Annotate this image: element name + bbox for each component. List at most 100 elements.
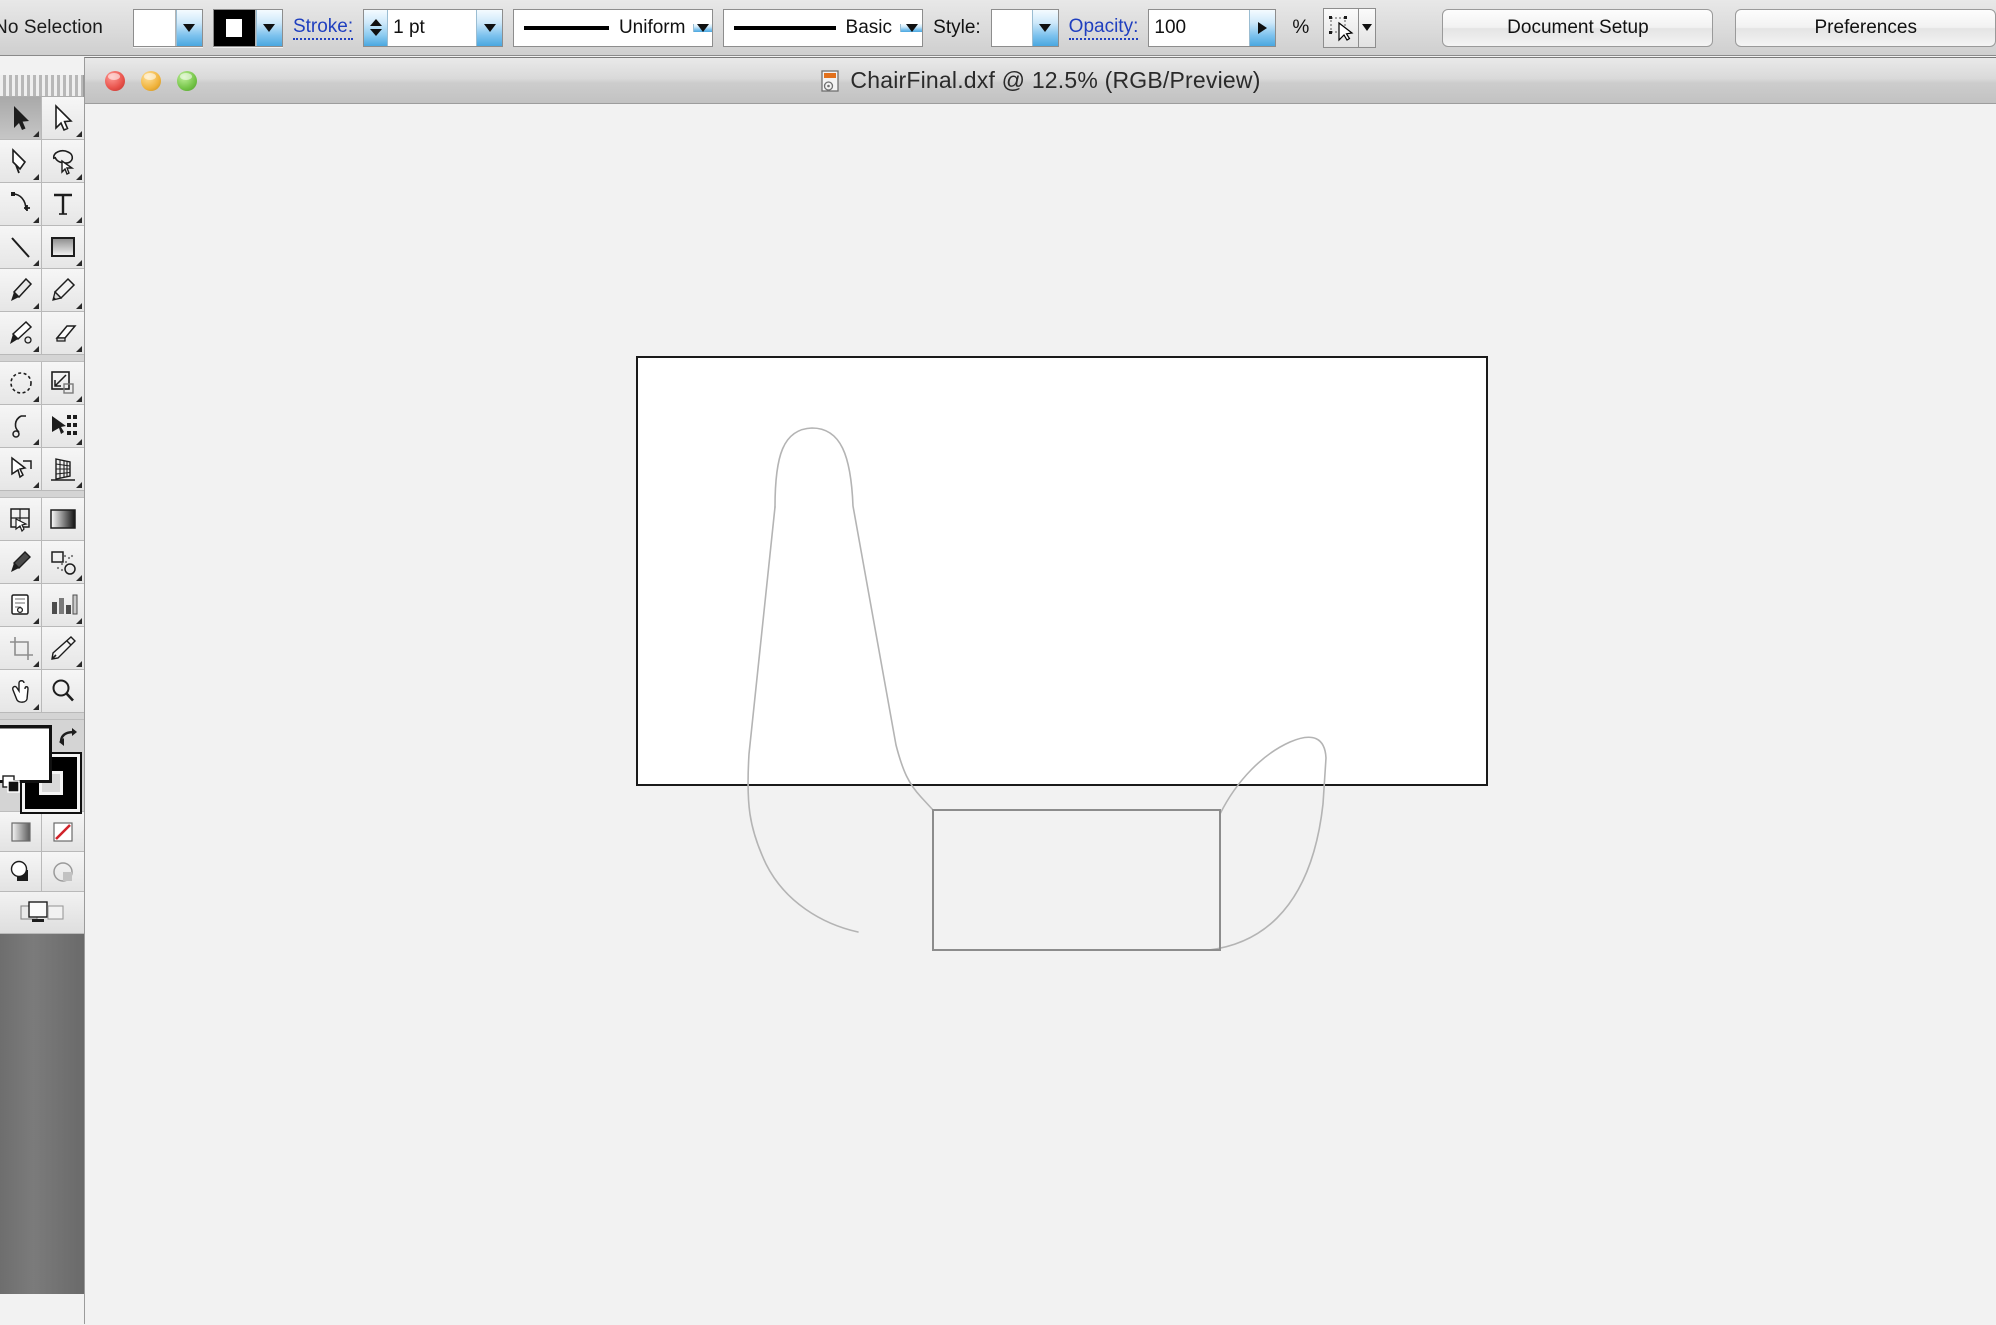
tool-flyout-indicator[interactable] xyxy=(33,439,39,445)
tool-flyout-indicator[interactable] xyxy=(76,661,82,667)
tool-pencil[interactable] xyxy=(42,269,84,312)
tool-eraser[interactable] xyxy=(42,312,84,355)
tool-flyout-indicator[interactable] xyxy=(76,174,82,180)
graphic-style-swatch[interactable] xyxy=(991,9,1032,46)
tool-flyout-indicator[interactable] xyxy=(33,131,39,137)
tool-grid-2 xyxy=(0,362,84,491)
tool-flyout-indicator[interactable] xyxy=(76,260,82,266)
tool-flyout-indicator[interactable] xyxy=(33,482,39,488)
tool-add-anchor[interactable] xyxy=(0,183,42,226)
opacity-input[interactable]: 100 xyxy=(1149,9,1250,46)
stroke-weight-control[interactable]: 1 pt xyxy=(363,8,504,47)
graphic-style-control[interactable] xyxy=(990,8,1059,47)
panel-drag-grip[interactable] xyxy=(0,75,83,97)
color-mode-none[interactable] xyxy=(42,812,84,852)
tool-rotate[interactable] xyxy=(0,362,42,405)
tool-flyout-indicator[interactable] xyxy=(33,396,39,402)
stroke-profile-control[interactable]: Uniform xyxy=(513,8,714,47)
tool-flyout-indicator[interactable] xyxy=(76,618,82,624)
stepper-down-icon[interactable] xyxy=(369,29,382,36)
transform-dropdown-arrow-icon[interactable] xyxy=(1358,7,1377,48)
graphic-style-dropdown-arrow-icon[interactable] xyxy=(1031,9,1058,46)
fill-dropdown-arrow-icon[interactable] xyxy=(175,9,202,46)
stroke-color-control[interactable] xyxy=(212,8,283,47)
preferences-button[interactable]: Preferences xyxy=(1735,8,1996,47)
fill-and-stroke-indicator[interactable] xyxy=(0,720,84,814)
tool-flyout-indicator[interactable] xyxy=(76,303,82,309)
tool-flyout-indicator[interactable] xyxy=(33,704,39,710)
tool-paintbrush[interactable] xyxy=(0,269,42,312)
stroke-weight-dropdown-arrow-icon[interactable] xyxy=(476,9,503,46)
tool-pen[interactable] xyxy=(0,140,42,183)
stroke-profile-dropdown-arrow-icon[interactable] xyxy=(693,23,713,32)
tool-lasso[interactable] xyxy=(42,140,84,183)
tool-perspective-grid[interactable] xyxy=(42,448,84,491)
chair-seat-rectangle[interactable] xyxy=(932,809,1221,951)
close-button[interactable] xyxy=(105,70,125,91)
tool-flyout-indicator[interactable] xyxy=(76,217,82,223)
document-setup-button[interactable]: Document Setup xyxy=(1442,8,1714,47)
artboard-icon xyxy=(10,594,29,615)
tool-flyout-indicator[interactable] xyxy=(33,575,39,581)
tool-blob-brush[interactable] xyxy=(0,312,42,355)
tool-flyout-indicator[interactable] xyxy=(76,396,82,402)
tool-symbol-sprayer[interactable] xyxy=(42,541,84,584)
tool-direct-selection[interactable] xyxy=(0,97,42,140)
tool-flyout-indicator[interactable] xyxy=(33,174,39,180)
tool-flyout-indicator[interactable] xyxy=(76,439,82,445)
tool-slice-crop[interactable] xyxy=(0,627,42,670)
tool-slice[interactable] xyxy=(42,627,84,670)
stepper-up-icon[interactable] xyxy=(369,19,382,26)
tool-flyout-indicator[interactable] xyxy=(76,575,82,581)
stroke-weight-stepper[interactable] xyxy=(364,9,389,46)
opacity-label[interactable]: Opacity: xyxy=(1068,16,1139,40)
chair-artwork[interactable] xyxy=(85,104,1996,1325)
zoom-button[interactable] xyxy=(177,70,197,91)
tool-artboard[interactable] xyxy=(0,584,42,627)
default-fill-stroke-icon[interactable] xyxy=(2,775,20,793)
fill-swatch[interactable] xyxy=(133,9,176,46)
tool-column-graph[interactable] xyxy=(42,584,84,627)
brush-definition-dropdown-arrow-icon[interactable] xyxy=(900,23,923,32)
brush-definition-control[interactable]: Basic xyxy=(723,8,924,47)
stroke-weight-input[interactable]: 1 pt xyxy=(388,9,477,46)
screen-mode-button[interactable] xyxy=(0,892,84,934)
tool-flyout-indicator[interactable] xyxy=(33,303,39,309)
stroke-dropdown-arrow-icon[interactable] xyxy=(255,9,282,46)
opacity-dropdown-arrow-icon[interactable] xyxy=(1249,9,1276,46)
tool-flyout-indicator[interactable] xyxy=(33,217,39,223)
tool-flyout-indicator[interactable] xyxy=(76,131,82,137)
tool-gradient[interactable] xyxy=(42,498,84,541)
tool-width[interactable] xyxy=(0,405,42,448)
tool-eyedropper-2[interactable] xyxy=(0,541,42,584)
tool-zoom[interactable] xyxy=(42,670,84,713)
tool-selection[interactable] xyxy=(42,97,84,140)
tool-shape-builder[interactable] xyxy=(0,448,42,491)
swap-fill-stroke-icon[interactable] xyxy=(55,722,81,748)
window-title-bar[interactable]: ChairFinal.dxf @ 12.5% (RGB/Preview) xyxy=(85,58,1996,104)
canvas-area[interactable] xyxy=(85,104,1996,1325)
draw-mode-inside[interactable] xyxy=(42,852,84,892)
fill-color-control[interactable] xyxy=(132,8,203,47)
tool-flyout-indicator[interactable] xyxy=(33,260,39,266)
stroke-weight-label[interactable]: Stroke: xyxy=(292,16,354,40)
transform-each-button[interactable] xyxy=(1323,7,1359,48)
tool-flyout-indicator[interactable] xyxy=(76,482,82,488)
tool-mesh[interactable] xyxy=(0,498,42,541)
stroke-swatch[interactable] xyxy=(213,9,256,46)
tool-scale[interactable] xyxy=(42,362,84,405)
tool-free-transform[interactable] xyxy=(42,405,84,448)
minimize-button[interactable] xyxy=(141,70,161,91)
tool-rectangle[interactable] xyxy=(42,226,84,269)
tool-type[interactable] xyxy=(42,183,84,226)
line-segment-icon xyxy=(10,237,30,258)
tool-flyout-indicator[interactable] xyxy=(33,661,39,667)
tool-hand[interactable] xyxy=(0,670,42,713)
draw-mode-normal[interactable] xyxy=(0,852,42,892)
color-mode-gradient[interactable] xyxy=(0,812,42,852)
tool-flyout-indicator[interactable] xyxy=(33,618,39,624)
opacity-control[interactable]: 100 xyxy=(1148,8,1277,47)
tool-flyout-indicator[interactable] xyxy=(76,346,82,352)
tool-line-segment[interactable] xyxy=(0,226,42,269)
tool-flyout-indicator[interactable] xyxy=(33,346,39,352)
